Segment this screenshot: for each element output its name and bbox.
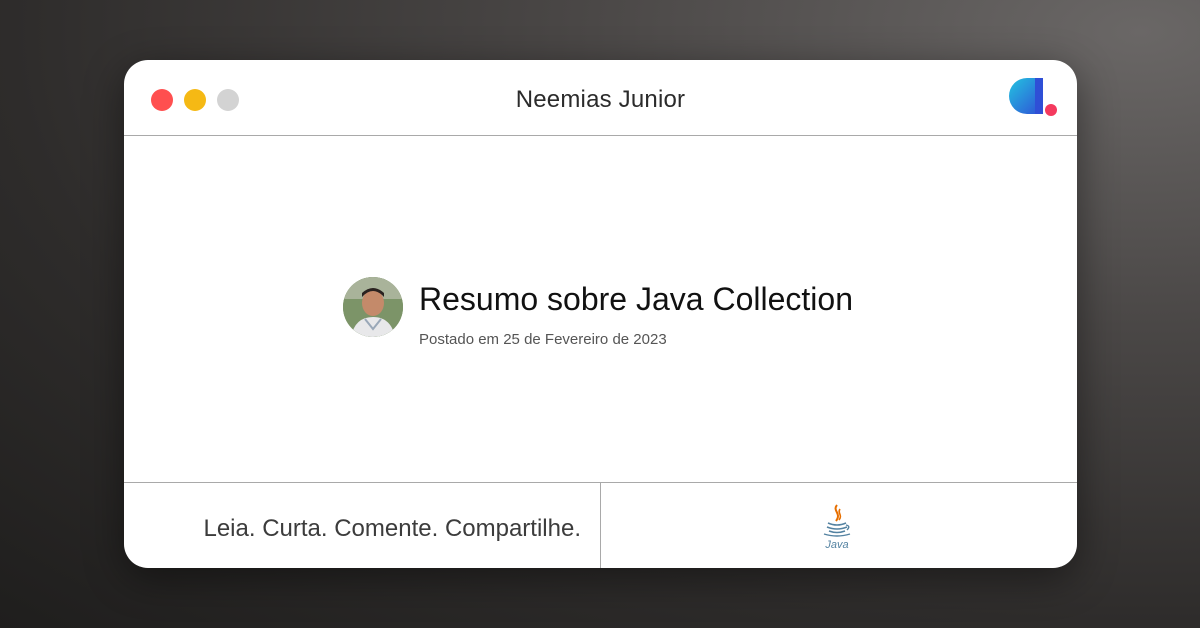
author-avatar[interactable]: [343, 277, 403, 337]
post-date: Postado em 25 de Fevereiro de 2023: [419, 331, 667, 348]
site-title: Neemias Junior: [515, 86, 686, 113]
footer-tech-cell: Java: [602, 483, 1077, 568]
post-title[interactable]: Resumo sobre Java Collection: [419, 281, 853, 318]
dio-logo-icon[interactable]: [1009, 76, 1059, 118]
java-logo-icon: Java: [823, 504, 851, 551]
card-footer: Leia. Curta. Comente. Compartilhe. Java: [124, 482, 1077, 568]
tagline: Leia. Curta. Comente. Compartilhe.: [203, 515, 581, 542]
post-header-area: Resumo sobre Java Collection Postado em …: [124, 136, 1077, 482]
post-header: Resumo sobre Java Collection Postado em …: [343, 277, 863, 357]
post-card: Neemias Junior Resumo sobre Java Collect…: [124, 60, 1077, 568]
footer-tagline-cell: Leia. Curta. Comente. Compartilhe.: [124, 483, 601, 568]
java-label: Java: [824, 539, 848, 551]
window-titlebar: Neemias Junior: [124, 60, 1077, 136]
